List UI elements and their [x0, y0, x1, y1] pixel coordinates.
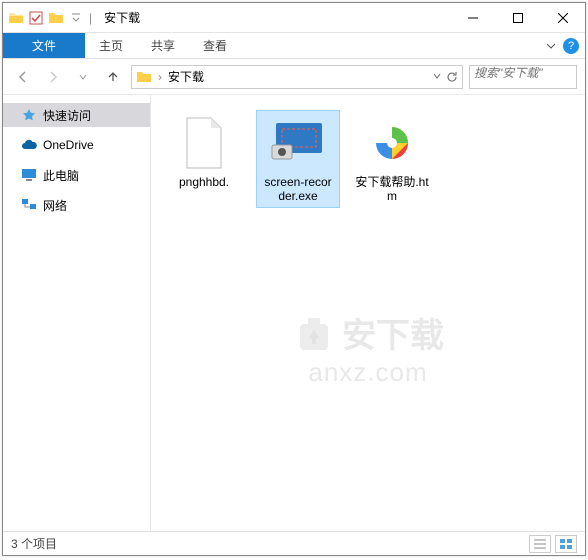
folder-icon — [7, 9, 25, 27]
blank-file-icon — [176, 115, 232, 171]
window-title: 安下载 — [104, 9, 140, 26]
back-button[interactable] — [11, 65, 35, 89]
explorer-window: | 安下载 文件 主页 共享 查看 ? › 安下载 — [2, 2, 586, 556]
sidebar-item-network[interactable]: 网络 — [3, 193, 150, 217]
up-button[interactable] — [101, 65, 125, 89]
file-label: 安下载帮助.htm — [355, 175, 429, 203]
window-controls — [450, 3, 585, 32]
sidebar-item-label: 此电脑 — [43, 167, 79, 184]
sidebar-item-label: OneDrive — [43, 138, 94, 152]
recent-dropdown[interactable] — [71, 65, 95, 89]
ribbon-tabs: 文件 主页 共享 查看 ? — [3, 33, 585, 59]
details-view-button[interactable] — [529, 535, 551, 553]
checkbox-icon[interactable] — [27, 9, 45, 27]
htm-color-icon — [364, 115, 420, 171]
close-button[interactable] — [540, 3, 585, 32]
qat-dropdown[interactable] — [67, 9, 85, 27]
recorder-exe-icon — [270, 115, 326, 171]
chevron-right-icon[interactable]: › — [158, 70, 162, 84]
tab-home[interactable]: 主页 — [85, 33, 137, 58]
sidebar-item-label: 快速访问 — [43, 107, 91, 124]
file-label: screen-recorder.exe — [261, 175, 335, 203]
icons-view-button[interactable] — [555, 535, 577, 553]
search-box[interactable] — [469, 65, 577, 89]
network-icon — [21, 197, 37, 213]
watermark: 安下载 anxz.com — [292, 308, 444, 388]
sidebar-item-label: 网络 — [43, 197, 67, 214]
navigation-pane: 快速访问 OneDrive 此电脑 网络 — [3, 95, 151, 531]
title-bar: | 安下载 — [3, 3, 585, 33]
address-bar[interactable]: › 安下载 — [131, 65, 463, 89]
tab-share[interactable]: 共享 — [137, 33, 189, 58]
sidebar-item-quickaccess[interactable]: 快速访问 — [3, 103, 150, 127]
help-icon[interactable]: ? — [563, 38, 579, 54]
file-label: pnghhbd. — [179, 175, 229, 189]
monitor-icon — [21, 167, 37, 183]
address-dropdown-icon[interactable] — [432, 71, 442, 83]
sidebar-item-thispc[interactable]: 此电脑 — [3, 163, 150, 187]
search-input[interactable] — [474, 66, 572, 80]
minimize-button[interactable] — [450, 3, 495, 32]
tab-file[interactable]: 文件 — [3, 33, 85, 58]
cloud-icon — [21, 137, 37, 153]
status-text: 3 个项目 — [11, 535, 57, 552]
file-item[interactable]: pnghhbd. — [163, 111, 245, 193]
forward-button[interactable] — [41, 65, 65, 89]
tab-view[interactable]: 查看 — [189, 33, 241, 58]
folder-icon — [136, 69, 152, 85]
refresh-icon[interactable] — [446, 71, 458, 83]
status-bar: 3 个项目 — [3, 531, 585, 555]
file-item[interactable]: screen-recorder.exe — [257, 111, 339, 207]
breadcrumb-item[interactable]: 安下载 — [168, 68, 204, 85]
navigation-bar: › 安下载 — [3, 59, 585, 95]
file-item[interactable]: 安下载帮助.htm — [351, 111, 433, 207]
star-icon — [21, 107, 37, 123]
file-list: pnghhbd. screen-recorder.exe — [151, 95, 585, 531]
ribbon-expand-icon[interactable] — [545, 40, 557, 52]
maximize-button[interactable] — [495, 3, 540, 32]
sidebar-item-onedrive[interactable]: OneDrive — [3, 133, 150, 157]
folder-icon-2 — [47, 9, 65, 27]
